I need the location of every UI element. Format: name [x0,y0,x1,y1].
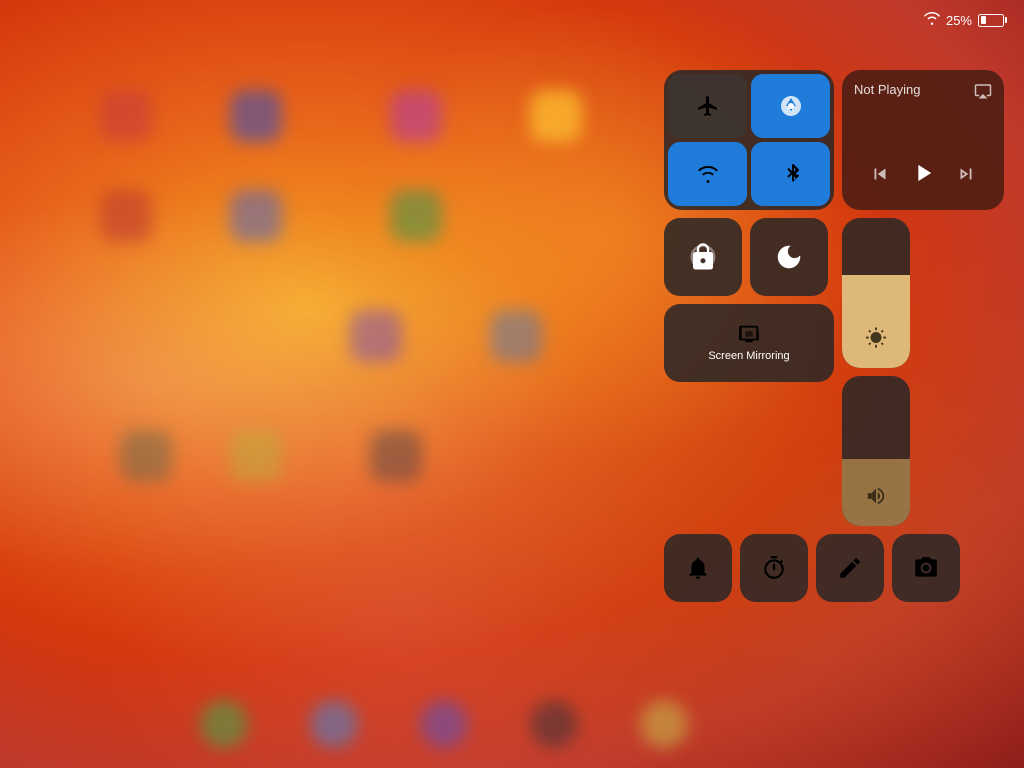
volume-icon [865,485,887,512]
play-button[interactable] [909,159,937,194]
not-playing-label: Not Playing [854,82,920,97]
battery-percent: 25% [946,13,972,28]
cc-middle-left: Screen Mirroring [664,218,834,382]
bluetooth-button[interactable] [751,142,830,206]
airdrop-button[interactable] [751,74,830,138]
alarm-button[interactable] [664,534,732,602]
cc-middle-section: Screen Mirroring [664,218,1004,526]
airplane-mode-button[interactable] [668,74,747,138]
connectivity-grid [664,70,834,210]
cc-row-1: Not Playing [664,70,1004,210]
do-not-disturb-button[interactable] [750,218,828,296]
rotation-lock-button[interactable] [664,218,742,296]
brightness-slider[interactable] [842,218,910,368]
camera-button[interactable] [892,534,960,602]
volume-slider[interactable] [842,376,910,526]
screen-mirroring-label: Screen Mirroring [708,349,789,363]
media-controls [854,159,992,198]
battery-indicator [978,14,1004,27]
cc-bottom-row [664,534,1004,602]
cc-lock-moon-row [664,218,834,296]
notes-button[interactable] [816,534,884,602]
control-center: Not Playing [664,70,1004,602]
fast-forward-button[interactable] [955,163,977,191]
timer-button[interactable] [740,534,808,602]
rewind-button[interactable] [869,163,891,191]
brightness-icon [865,327,887,354]
status-bar: 25% [924,12,1004,28]
brightness-fill [842,275,910,368]
wifi-status-icon [924,12,940,28]
wifi-button[interactable] [668,142,747,206]
cc-sliders [842,218,910,526]
media-header: Not Playing [854,82,992,105]
screen-mirroring-button[interactable]: Screen Mirroring [664,304,834,382]
media-player-tile[interactable]: Not Playing [842,70,1004,210]
airplay-icon[interactable] [974,82,992,105]
